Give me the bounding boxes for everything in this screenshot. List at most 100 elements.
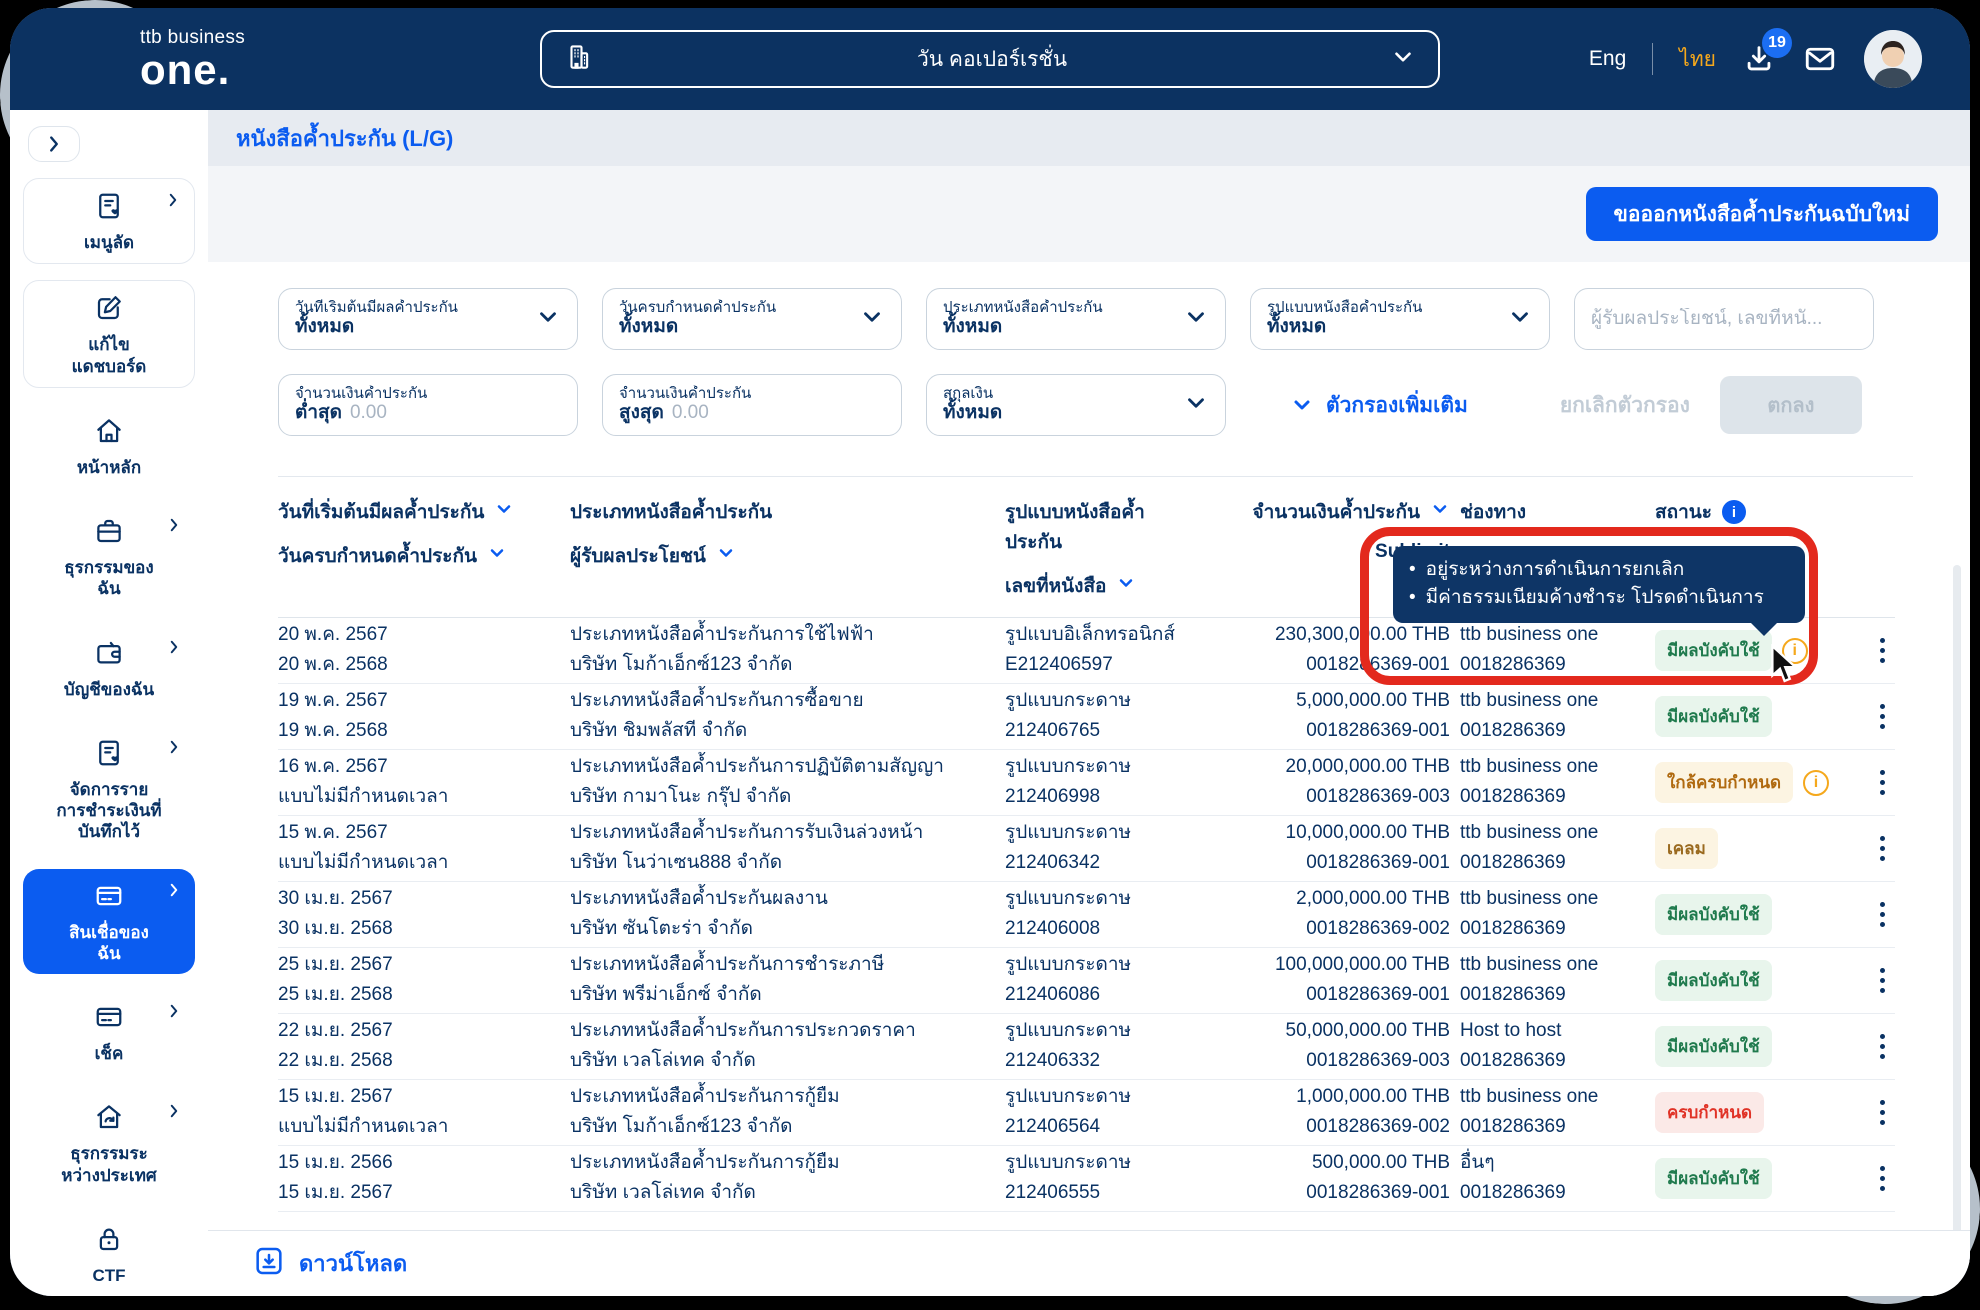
filter-currency[interactable]: สกุลเงินทั้งหมด <box>926 374 1226 436</box>
sidebar-item-shortcut-menu[interactable]: เมนูลัด <box>23 178 195 264</box>
sidebar-item-label: เช็ค <box>29 1043 189 1064</box>
amount-input[interactable] <box>672 402 772 425</box>
lg-form: รูปแบบกระดาษ <box>1005 888 1200 911</box>
customer-id: 0018286369 <box>1460 1050 1645 1073</box>
end-date: 19 พ.ค. 2568 <box>278 720 560 743</box>
row-actions-menu[interactable] <box>1870 764 1895 801</box>
sort-icon[interactable] <box>716 543 736 569</box>
status-info-icon[interactable]: i <box>1782 638 1808 664</box>
cell-amount: 20,000,000.00 THB0018286369-003 <box>1210 756 1450 809</box>
cell-status: มีผลบังคับใช้ <box>1655 960 1835 1001</box>
status-badge: มีผลบังคับใช้ <box>1655 630 1772 671</box>
new-lg-request-button[interactable]: ขอออกหนังสือค้ำประกันฉบับใหม่ <box>1586 187 1939 241</box>
sidebar-item-my-loans[interactable]: สินเชื่อของ ฉัน <box>23 869 195 975</box>
sidebar-item-saved-payments[interactable]: จัดการราย การชำระเงินที่ บันทึกไว้ <box>23 726 195 853</box>
header-start-date[interactable]: วันที่เริ่มต้นมีผลค้ำประกัน <box>278 497 484 527</box>
filter-value: ทั้งหมด <box>295 316 535 339</box>
lang-divider <box>1652 43 1653 75</box>
filter-amount-max[interactable]: จำนวนเงินค้ำประกันสูงสุด <box>602 374 902 436</box>
row-actions-menu[interactable] <box>1870 632 1895 669</box>
header-beneficiary[interactable]: ผู้รับผลประโยชน์ <box>570 541 706 571</box>
beneficiary: บริษัท เวลโล่เทค จำกัด <box>570 1050 995 1073</box>
row-actions-menu[interactable] <box>1870 962 1895 999</box>
cell-channel: ttb business one0018286369 <box>1460 756 1645 809</box>
cell-channel: ttb business one0018286369 <box>1460 1086 1645 1139</box>
sidebar-item-label: สินเชื่อของ ฉัน <box>29 922 189 965</box>
start-date: 15 เม.ย. 2566 <box>278 1152 560 1175</box>
start-date: 30 เม.ย. 2567 <box>278 888 560 911</box>
sublimit: 0018286369-001 <box>1210 654 1450 677</box>
header-amount-label[interactable]: จำนวนเงินค้ำประกัน <box>1252 497 1420 527</box>
sidebar-item-my-accounts[interactable]: บัญชีของฉัน <box>23 626 195 710</box>
cell-form-number: รูปแบบกระดาษ212406332 <box>1005 1020 1200 1073</box>
main-content: หนังสือค้ำประกัน (L/G) ขอออกหนังสือค้ำปร… <box>208 110 1970 1296</box>
filter-amount-min[interactable]: จำนวนเงินค้ำประกันต่ำสุด <box>278 374 578 436</box>
cell-channel: อื่นๆ0018286369 <box>1460 1152 1645 1205</box>
end-date: 25 เม.ย. 2568 <box>278 984 560 1007</box>
row-actions-menu[interactable] <box>1870 1094 1895 1131</box>
sidebar-item-cheque[interactable]: เช็ค <box>23 990 195 1074</box>
sidebar-expand-button[interactable] <box>28 126 80 162</box>
filter-lg-form[interactable]: รูปแบบหนังสือค้ำประกันทั้งหมด <box>1250 288 1550 350</box>
status-info-icon[interactable]: i <box>1803 770 1829 796</box>
chevron-right-icon <box>165 1002 183 1025</box>
download-center-button[interactable]: 19 <box>1742 42 1776 76</box>
sort-icon[interactable] <box>494 499 514 525</box>
download-icon[interactable] <box>253 1245 285 1282</box>
channel: ttb business one <box>1460 624 1645 647</box>
header-actions <box>1845 497 1895 601</box>
more-filters-link[interactable]: ตัวกรองเพิ่มเติม <box>1290 389 1468 422</box>
cell-dates: 15 พ.ค. 2567แบบไม่มีกำหนดเวลา <box>278 822 560 875</box>
cell-dates: 20 พ.ค. 256720 พ.ค. 2568 <box>278 624 560 677</box>
company-selector[interactable]: วัน คอเปอร์เรชั่น <box>540 30 1440 88</box>
my-loans-icon <box>94 898 124 915</box>
amount: 50,000,000.00 THB <box>1210 1020 1450 1043</box>
sidebar-item-international[interactable]: ธุรกรรมระ หว่างประเทศ <box>23 1090 195 1196</box>
filter-due-date[interactable]: วันครบกำหนดค้ำประกันทั้งหมด <box>602 288 902 350</box>
search-input[interactable] <box>1591 308 1857 330</box>
page-title-bar: หนังสือค้ำประกัน (L/G) <box>208 110 1970 166</box>
filter-search[interactable] <box>1574 288 1874 350</box>
mail-button[interactable] <box>1802 41 1838 77</box>
filter-label: สกุลเงิน <box>943 385 1183 402</box>
lang-thai-button[interactable]: ไทย <box>1679 43 1716 76</box>
row-actions-menu[interactable] <box>1870 1160 1895 1197</box>
row-actions-menu[interactable] <box>1870 698 1895 735</box>
table-row: 22 เม.ย. 256722 เม.ย. 2568ประเภทหนังสือค… <box>278 1014 1895 1080</box>
sort-icon[interactable] <box>1116 573 1136 599</box>
table-row: 30 เม.ย. 256730 เม.ย. 2568ประเภทหนังสือค… <box>278 882 1895 948</box>
amount-input[interactable] <box>350 402 450 425</box>
chevron-down-icon <box>535 304 561 335</box>
user-avatar[interactable] <box>1864 30 1922 88</box>
building-icon <box>564 42 594 77</box>
sort-icon[interactable] <box>1430 499 1450 525</box>
sidebar-item-edit-dashboard[interactable]: แก้ไข แดชบอร์ด <box>23 280 195 388</box>
amount: 2,000,000.00 THB <box>1210 888 1450 911</box>
end-date: แบบไม่มีกำหนดเวลา <box>278 1116 560 1139</box>
sort-icon[interactable] <box>487 543 507 569</box>
header-doc-number[interactable]: เลขที่หนังสือ <box>1005 571 1106 601</box>
filter-lg-type[interactable]: ประเภทหนังสือค้ำประกันทั้งหมด <box>926 288 1226 350</box>
topbar: ttb business one. วัน คอเปอร์เรชั่น Eng … <box>10 8 1970 110</box>
customer-id: 0018286369 <box>1460 852 1645 875</box>
clear-filters-button[interactable]: ยกเลิกตัวกรอง <box>1560 389 1690 422</box>
filter-start-date[interactable]: วันที่เริ่มต้นมีผลค้ำประกันทั้งหมด <box>278 288 578 350</box>
scrollbar[interactable] <box>1953 565 1961 1296</box>
beneficiary: บริษัท โมก้าเอ็กซ์123 จำกัด <box>570 1116 995 1139</box>
beneficiary: บริษัท ชิมพลัสที จำกัด <box>570 720 995 743</box>
cell-status: มีผลบังคับใช้ <box>1655 894 1835 935</box>
row-actions-menu[interactable] <box>1870 1028 1895 1065</box>
sidebar-item-home[interactable]: หน้าหลัก <box>23 404 195 488</box>
row-actions-menu[interactable] <box>1870 830 1895 867</box>
cell-form-number: รูปแบบกระดาษ212406998 <box>1005 756 1200 809</box>
header-due-date[interactable]: วันครบกำหนดค้ำประกัน <box>278 541 477 571</box>
download-label[interactable]: ดาวน์โหลด <box>299 1246 407 1281</box>
lang-english-button[interactable]: Eng <box>1589 47 1626 71</box>
sidebar-item-ctf[interactable]: CTF <box>23 1212 195 1296</box>
sidebar-item-my-transactions[interactable]: ธุรกรรมของ ฉัน <box>23 504 195 610</box>
apply-filters-button[interactable]: ตกลง <box>1720 376 1862 434</box>
cell-channel: Host to host0018286369 <box>1460 1020 1645 1073</box>
status-info-icon[interactable]: i <box>1722 500 1746 524</box>
customer-id: 0018286369 <box>1460 984 1645 1007</box>
row-actions-menu[interactable] <box>1870 896 1895 933</box>
